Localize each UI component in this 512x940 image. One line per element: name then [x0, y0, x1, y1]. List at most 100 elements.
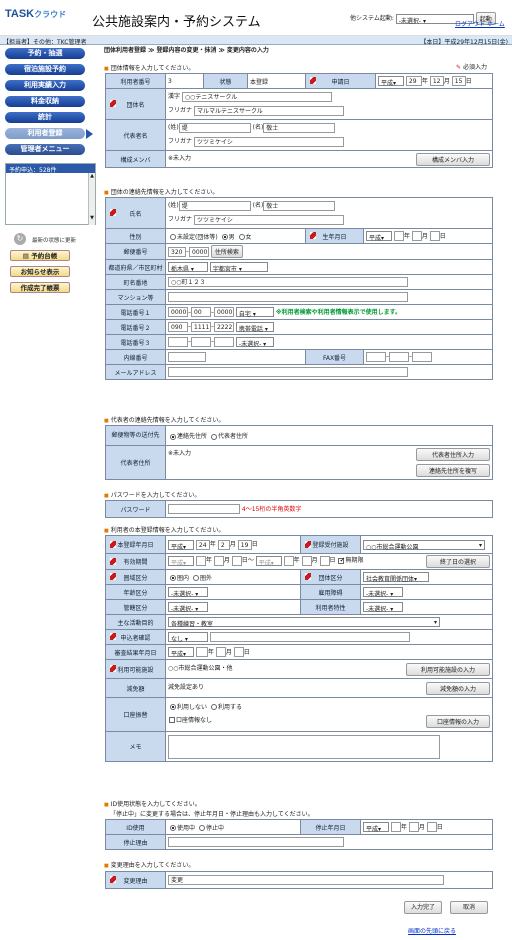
contact-kana-input[interactable]: ツツミケイシ — [193, 214, 344, 225]
area-out-radio[interactable] — [192, 575, 199, 581]
tel3b-input[interactable] — [191, 337, 211, 347]
valid-end-era-select[interactable]: 平成▾ — [255, 555, 282, 567]
password-input[interactable] — [168, 504, 240, 515]
app-confirm-select[interactable]: なし ▾ — [168, 632, 208, 643]
tel1b-input[interactable]: 00 — [191, 307, 211, 318]
group-kana-input[interactable]: マルマルテニスサークル — [193, 105, 344, 116]
sidebar-item-admin[interactable]: 管理者メニュー — [5, 144, 85, 155]
id-stopped-radio[interactable] — [198, 825, 205, 831]
group-type-select[interactable]: 社会教育関係団体▾ — [363, 572, 429, 583]
back-to-top-link[interactable]: 画面の先頭に戻る — [408, 926, 456, 935]
cert-era-select[interactable]: 平成▾ — [168, 647, 194, 658]
fax3-input[interactable] — [412, 352, 432, 362]
valid-end-month-input[interactable] — [301, 555, 312, 566]
apply-day-input[interactable]: 15 — [451, 76, 466, 87]
sidebar-item-usage-input[interactable]: 利用実績入力 — [5, 80, 85, 91]
valid-start-year-input[interactable] — [195, 555, 206, 566]
user-attr-select[interactable]: -未選択- ▾ — [363, 602, 403, 613]
tel1-type-select[interactable]: 自宅 ▾ — [235, 307, 274, 318]
valid-end-day-input[interactable] — [319, 555, 330, 566]
created-slip-button[interactable]: 作成完了帳票 — [10, 282, 70, 293]
tel1c-input[interactable]: 0000 — [214, 307, 234, 318]
zip2-input[interactable]: 0000 — [189, 246, 209, 257]
jurisdiction-select[interactable]: -未選択- ▾ — [168, 602, 208, 613]
employ-select[interactable]: -未選択- ▾ — [363, 587, 403, 598]
logout-link[interactable]: ログアウト — [455, 21, 485, 28]
apply-era-select[interactable]: 平成▾ — [378, 76, 404, 87]
reg-month-input[interactable]: 2 — [217, 539, 230, 550]
reservation-ledger-button[interactable]: ▤ 予約台帳 — [10, 250, 70, 261]
valid-end-year-input[interactable] — [283, 555, 294, 566]
reg-year-input[interactable]: 24 — [195, 539, 210, 550]
reg-era-select[interactable]: 平成▾ — [168, 539, 194, 551]
valid-start-day-input[interactable] — [231, 555, 242, 566]
age-select[interactable]: -未選択- ▾ — [168, 587, 208, 598]
contact-mei-input[interactable]: 敬士 — [263, 200, 336, 211]
cancel-button[interactable]: 取消 — [450, 901, 488, 914]
tel2c-input[interactable]: 2222 — [214, 322, 234, 332]
account-yes-radio[interactable] — [210, 704, 217, 710]
birth-month-input[interactable] — [411, 231, 422, 242]
mail-dest-contact-radio[interactable] — [170, 433, 176, 440]
apply-month-input[interactable]: 12 — [429, 76, 444, 87]
account-no-radio[interactable] — [170, 704, 176, 710]
office-select[interactable]: ○○市総合運動公園 ▾ — [363, 539, 485, 551]
group-kanji-input[interactable]: ○○テニスサークル — [181, 91, 332, 102]
gender-male-radio[interactable] — [221, 234, 228, 240]
home-link[interactable]: ホーム — [487, 21, 505, 28]
tel2a-input[interactable]: 090 — [168, 322, 188, 332]
rep-kana-input[interactable]: ツツミケイシ — [193, 136, 344, 147]
zip1-input[interactable]: 320 — [168, 246, 186, 257]
change-reason-input[interactable]: 変更 — [168, 875, 444, 885]
stop-day-input[interactable] — [426, 822, 437, 833]
gender-female-radio[interactable] — [238, 234, 245, 240]
apply-year-input[interactable]: 29 — [405, 76, 422, 87]
valid-start-era-select[interactable]: 平成▾ — [168, 555, 194, 567]
birth-day-input[interactable] — [429, 231, 440, 242]
sidebar-item-fee[interactable]: 料金収納 — [5, 96, 85, 107]
rep-addr-button[interactable]: 代表者住所入力 — [416, 448, 490, 461]
notice-button[interactable]: お知らせ表示 — [10, 266, 70, 277]
sidebar-item-reservation[interactable]: 予約・抽選 — [5, 48, 85, 59]
tel3a-input[interactable] — [168, 337, 188, 347]
cert-year-input[interactable] — [195, 647, 208, 658]
unlimited-checkbox[interactable] — [338, 556, 345, 564]
cert-day-input[interactable] — [233, 647, 244, 658]
town-input[interactable]: ○○町１２３ — [168, 277, 408, 287]
sidebar-item-lodging[interactable]: 宿泊施設予約 — [5, 64, 85, 75]
valid-start-month-input[interactable] — [213, 555, 224, 566]
id-active-radio[interactable] — [170, 825, 176, 831]
ext-input[interactable] — [168, 352, 206, 362]
app-confirm-input[interactable] — [209, 632, 410, 642]
gender-none-radio[interactable] — [170, 234, 176, 240]
bldg-input[interactable] — [168, 292, 408, 302]
birth-era-select[interactable]: 平成▾ — [366, 231, 392, 242]
reg-day-input[interactable]: 19 — [237, 539, 252, 550]
refresh-link[interactable]: 最新の状態に更新 — [32, 236, 76, 244]
fax1-input[interactable] — [366, 352, 386, 362]
no-account-checkbox[interactable] — [169, 717, 175, 723]
members-button[interactable]: 構成メンバ入力 — [416, 152, 490, 166]
activity-select[interactable]: 各種練習・教室 ▾ — [168, 617, 440, 628]
tel3-type-select[interactable]: -未選択- ▾ — [235, 337, 274, 348]
birth-year-input[interactable] — [393, 231, 404, 242]
refresh-icon[interactable]: ↻ — [14, 233, 26, 245]
city-select[interactable]: 宇都宮市 ▾ — [209, 262, 268, 273]
rep-mei-input[interactable]: 敬士 — [263, 122, 336, 133]
stop-reason-input[interactable] — [168, 837, 344, 847]
mail-dest-rep-radio[interactable] — [210, 433, 217, 440]
sidebar-item-stats[interactable]: 統計 — [5, 112, 85, 123]
account-button[interactable]: 口座情報の入力 — [426, 714, 490, 728]
stop-month-input[interactable] — [408, 822, 419, 833]
address-search-button[interactable]: 住所検索 — [210, 245, 243, 258]
pending-scrollbar[interactable]: ▲ ▼ — [88, 173, 95, 225]
tel3c-input[interactable] — [214, 337, 234, 347]
stop-era-select[interactable]: 平成▾ — [363, 822, 389, 833]
fax2-input[interactable] — [389, 352, 409, 362]
tel2-type-select[interactable]: 携帯電話 ▾ — [235, 322, 274, 333]
sidebar-item-user-registration[interactable]: 利用者登録 — [5, 128, 85, 139]
submit-button[interactable]: 入力完了 — [404, 901, 442, 914]
memo-textarea[interactable] — [168, 734, 440, 759]
discount-button[interactable]: 減免額の入力 — [426, 681, 490, 695]
pref-select[interactable]: 栃木県 ▾ — [168, 262, 208, 273]
